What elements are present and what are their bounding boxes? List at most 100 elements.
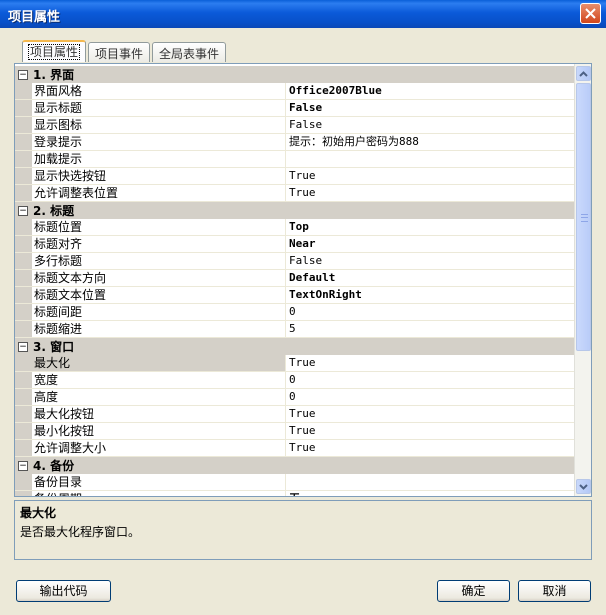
property-value[interactable]: Office2007Blue xyxy=(286,83,576,99)
property-value[interactable]: True xyxy=(286,185,576,201)
scroll-down-button[interactable] xyxy=(576,479,591,494)
property-row[interactable]: 标题缩进 5 xyxy=(15,321,576,338)
property-name[interactable]: 最大化按钮 xyxy=(32,406,286,422)
category-label: 1. 界面 xyxy=(33,68,75,82)
property-row[interactable]: 显示标题 False xyxy=(15,100,576,117)
property-row[interactable]: 登录提示 提示：初始用户密码为888 xyxy=(15,134,576,151)
property-name[interactable]: 允许调整表位置 xyxy=(32,185,286,201)
property-name[interactable]: 加载提示 xyxy=(32,151,286,167)
property-value[interactable]: True xyxy=(286,406,576,422)
collapse-icon[interactable]: − xyxy=(18,69,28,80)
property-row[interactable]: 加载提示 xyxy=(15,151,576,168)
property-value[interactable]: False xyxy=(286,100,576,116)
export-code-button[interactable]: 输出代码 xyxy=(16,580,111,602)
cancel-button[interactable]: 取消 xyxy=(518,580,591,602)
property-name[interactable]: 高度 xyxy=(32,389,286,405)
property-row[interactable]: 显示图标 False xyxy=(15,117,576,134)
close-button[interactable] xyxy=(580,3,601,24)
property-row[interactable]: 标题对齐 Near xyxy=(15,236,576,253)
property-value[interactable]: Default xyxy=(286,270,576,286)
property-name[interactable]: 登录提示 xyxy=(32,134,286,150)
property-row[interactable]: 允许调整表位置 True xyxy=(15,185,576,202)
row-gutter xyxy=(15,185,32,201)
ok-button[interactable]: 确定 xyxy=(437,580,510,602)
property-name[interactable]: 显示快选按钮 xyxy=(32,168,286,184)
vertical-scrollbar[interactable] xyxy=(574,64,591,496)
row-gutter xyxy=(15,406,32,422)
property-row[interactable]: 标题间距 0 xyxy=(15,304,576,321)
category-row[interactable]: −2. 标题 xyxy=(15,202,576,219)
property-name[interactable]: 备份周期 xyxy=(32,491,286,496)
property-name[interactable]: 标题缩进 xyxy=(32,321,286,337)
property-name[interactable]: 界面风格 xyxy=(32,83,286,99)
property-name[interactable]: 允许调整大小 xyxy=(32,440,286,456)
row-gutter xyxy=(15,168,32,184)
scroll-up-button[interactable] xyxy=(576,66,591,81)
property-row[interactable]: 宽度 0 xyxy=(15,372,576,389)
property-name[interactable]: 标题文本方向 xyxy=(32,270,286,286)
property-row[interactable]: 备份周期无 xyxy=(15,491,576,496)
property-value[interactable]: True xyxy=(286,440,576,456)
property-value[interactable]: TextOnRight xyxy=(286,287,576,303)
property-name[interactable]: 备份目录 xyxy=(32,474,286,490)
property-value[interactable]: Near xyxy=(286,236,576,252)
property-name[interactable]: 标题对齐 xyxy=(32,236,286,252)
row-gutter xyxy=(15,83,32,99)
scroll-thumb[interactable] xyxy=(576,83,591,351)
property-row[interactable]: 多行标题 False xyxy=(15,253,576,270)
collapse-icon[interactable]: − xyxy=(18,205,28,216)
property-value[interactable]: False xyxy=(286,117,576,133)
description-text: 是否最大化程序窗口。 xyxy=(20,525,141,539)
property-name[interactable]: 多行标题 xyxy=(32,253,286,269)
row-gutter xyxy=(15,219,32,235)
property-value[interactable]: False xyxy=(286,253,576,269)
row-gutter xyxy=(15,491,32,496)
row-gutter xyxy=(15,270,32,286)
tab-project-events[interactable]: 项目事件 xyxy=(88,42,151,62)
category-row[interactable]: −1. 界面 xyxy=(15,66,576,83)
property-value[interactable]: 0 xyxy=(286,372,576,388)
property-value[interactable]: True xyxy=(286,355,576,371)
collapse-icon[interactable]: − xyxy=(18,341,28,352)
property-value[interactable]: 无 xyxy=(286,491,576,496)
property-name[interactable]: 宽度 xyxy=(32,372,286,388)
category-label: 4. 备份 xyxy=(33,459,75,473)
row-gutter xyxy=(15,423,32,439)
property-value[interactable]: Top xyxy=(286,219,576,235)
property-value[interactable]: 5 xyxy=(286,321,576,337)
collapse-icon[interactable]: − xyxy=(18,460,28,471)
category-row[interactable]: −4. 备份 xyxy=(15,457,576,474)
property-row[interactable]: 最大化 True xyxy=(15,355,576,372)
property-name[interactable]: 标题间距 xyxy=(32,304,286,320)
property-value[interactable] xyxy=(286,151,576,167)
property-row[interactable]: 允许调整大小 True xyxy=(15,440,576,457)
property-row[interactable]: 界面风格 Office2007Blue xyxy=(15,83,576,100)
property-name[interactable]: 最小化按钮 xyxy=(32,423,286,439)
property-name[interactable]: 标题位置 xyxy=(32,219,286,235)
property-name[interactable]: 最大化 xyxy=(32,355,286,371)
property-value[interactable] xyxy=(286,474,576,490)
property-value[interactable]: 提示：初始用户密码为888 xyxy=(286,134,576,150)
property-row[interactable]: 标题文本位置 TextOnRight xyxy=(15,287,576,304)
property-name[interactable]: 标题文本位置 xyxy=(32,287,286,303)
property-value[interactable]: True xyxy=(286,168,576,184)
property-value[interactable]: True xyxy=(286,423,576,439)
property-name[interactable]: 显示标题 xyxy=(32,100,286,116)
property-row[interactable]: 高度 0 xyxy=(15,389,576,406)
property-row[interactable]: 标题位置 Top xyxy=(15,219,576,236)
tab-global-table-events[interactable]: 全局表事件 xyxy=(152,42,227,62)
property-value[interactable]: 0 xyxy=(286,304,576,320)
tab-project-properties[interactable]: 项目属性 xyxy=(22,40,87,62)
property-row[interactable]: 最大化按钮 True xyxy=(15,406,576,423)
project-properties-dialog: 项目属性 项目属性 项目事件 全局表事件 −1. 界面 界面风格 Office200… xyxy=(0,0,606,615)
property-row[interactable]: 最小化按钮 True xyxy=(15,423,576,440)
property-name[interactable]: 显示图标 xyxy=(32,117,286,133)
property-value[interactable]: 0 xyxy=(286,389,576,405)
property-row[interactable]: 显示快选按钮 True xyxy=(15,168,576,185)
row-gutter xyxy=(15,236,32,252)
row-gutter xyxy=(15,304,32,320)
property-row[interactable]: 备份目录 xyxy=(15,474,576,491)
property-row[interactable]: 标题文本方向 Default xyxy=(15,270,576,287)
category-row[interactable]: −3. 窗口 xyxy=(15,338,576,355)
close-icon xyxy=(585,8,596,19)
